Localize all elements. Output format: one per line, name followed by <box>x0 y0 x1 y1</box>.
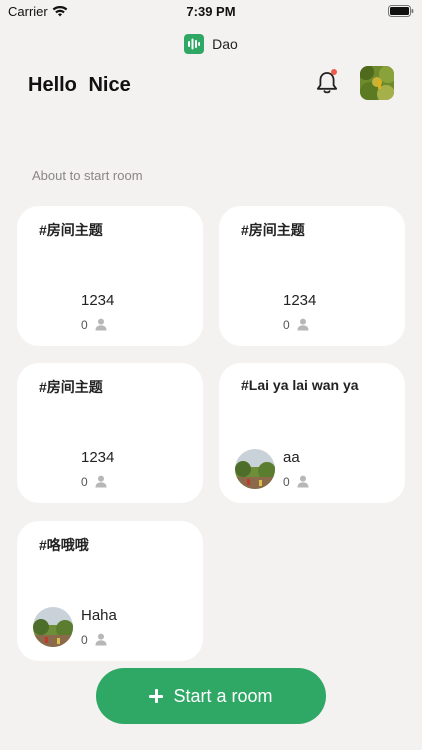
listener-count: 0 <box>81 318 88 332</box>
clock: 7:39 PM <box>186 4 236 19</box>
person-icon <box>297 318 309 331</box>
room-card[interactable]: #房间主题 1234 0 <box>17 206 203 346</box>
listener-count: 0 <box>283 318 290 332</box>
person-icon <box>95 318 107 331</box>
host-avatar <box>33 607 73 647</box>
room-host-name: 1234 <box>81 292 115 309</box>
avatar[interactable] <box>360 66 394 100</box>
host-avatar <box>235 449 275 489</box>
room-card[interactable]: #房间主题 1234 0 <box>219 206 405 346</box>
person-icon <box>95 475 107 488</box>
person-icon <box>95 633 107 646</box>
person-icon <box>297 475 309 488</box>
room-host-name: aa <box>283 449 300 466</box>
app-brand: Dao <box>0 32 422 56</box>
start-room-label: Start a room <box>173 685 273 706</box>
room-host-name: 1234 <box>283 292 317 309</box>
plus-icon <box>149 689 164 703</box>
notification-dot <box>331 69 337 75</box>
app-name: Dao <box>212 36 238 52</box>
waveform-icon <box>184 34 205 54</box>
room-host-name: 1234 <box>81 449 115 466</box>
room-card[interactable]: #咯哦哦 Haha 0 <box>17 521 203 661</box>
room-topic: #房间主题 <box>241 222 305 238</box>
room-card[interactable]: #房间主题 1234 0 <box>17 363 203 503</box>
section-title: About to start room <box>32 168 143 183</box>
listener-count: 0 <box>81 475 88 489</box>
start-room-button[interactable]: Start a room <box>96 668 326 724</box>
battery-icon <box>388 5 414 17</box>
room-card[interactable]: #Lai ya lai wan ya aa 0 <box>219 363 405 503</box>
room-topic: #咯哦哦 <box>39 537 89 553</box>
status-bar: Carrier 7:39 PM <box>0 0 422 24</box>
room-topic: #Lai ya lai wan ya <box>241 377 359 393</box>
room-topic: #房间主题 <box>39 222 103 238</box>
listener-count: 0 <box>81 633 88 647</box>
listener-count: 0 <box>283 475 290 489</box>
room-topic: #房间主题 <box>39 379 103 395</box>
greeting-title: Hello Nice <box>28 74 131 96</box>
room-host-name: Haha <box>81 607 117 624</box>
